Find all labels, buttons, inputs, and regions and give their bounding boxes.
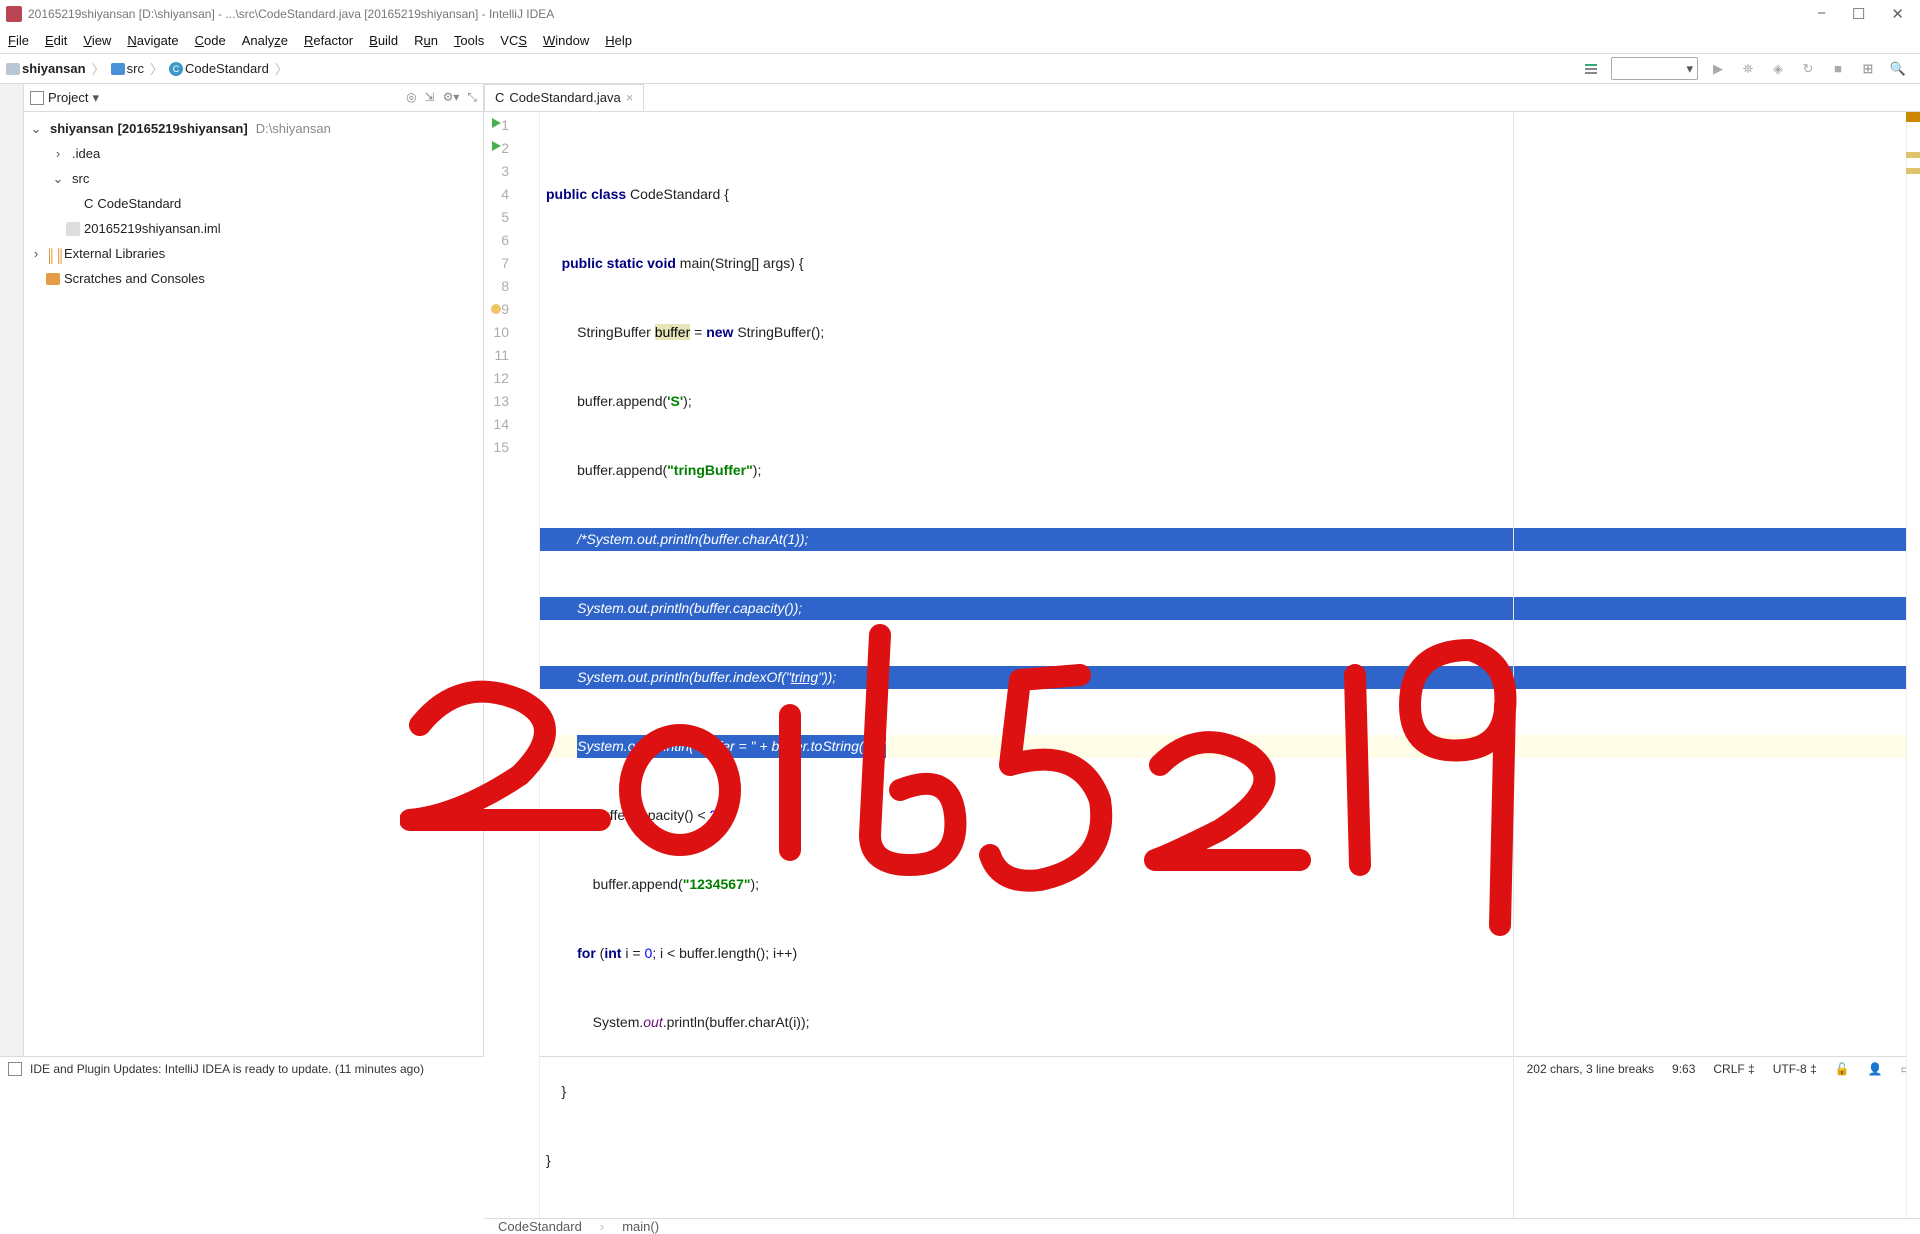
file-icon <box>66 222 80 236</box>
crumb-root[interactable]: shiyansan <box>6 61 86 76</box>
class-icon: C <box>84 196 93 211</box>
project-tree[interactable]: ⌄ shiyansan [20165219shiyansan]D:\shiyan… <box>24 112 483 1056</box>
error-stripe[interactable] <box>1906 112 1920 1218</box>
project-panel-header: Project ▾ ◎ ⇲ ⚙▾ ⤡ <box>24 84 483 112</box>
menu-tools[interactable]: Tools <box>454 33 484 48</box>
tree-idea[interactable]: › .idea <box>24 141 483 166</box>
menu-view[interactable]: View <box>83 33 111 48</box>
structure-breadcrumb: CodeStandard › main() <box>484 1218 1920 1234</box>
gutter[interactable]: 1 2 3 4 5 6 7 8 9 10 11 12 13 14 15 <box>484 112 540 1218</box>
crumb-method[interactable]: main() <box>622 1219 659 1234</box>
chevron-icon: 〉 <box>148 59 165 78</box>
stop-button[interactable]: ■ <box>1828 59 1848 79</box>
gear-icon[interactable]: ⚙▾ <box>443 90 460 105</box>
code-editor[interactable]: 1 2 3 4 5 6 7 8 9 10 11 12 13 14 15 publ… <box>484 112 1920 1218</box>
chevron-icon: 〉 <box>90 59 107 78</box>
menu-vcs[interactable]: VCS <box>500 33 527 48</box>
editor-tabs: C CodeStandard.java × <box>484 84 1920 112</box>
code-text[interactable]: public class CodeStandard { public stati… <box>540 112 1906 1218</box>
run-config-dropdown[interactable] <box>1612 58 1682 79</box>
tree-src[interactable]: ⌄ src <box>24 166 483 191</box>
project-title[interactable]: Project <box>48 90 88 105</box>
search-button[interactable]: 🔍 <box>1888 59 1908 79</box>
close-button[interactable]: ✕ <box>1891 5 1904 23</box>
structure-button[interactable]: ⊞ <box>1858 59 1878 79</box>
coverage-button[interactable]: ◈ <box>1768 59 1788 79</box>
run-button[interactable]: ▶ <box>1708 59 1728 79</box>
status-message[interactable]: IDE and Plugin Updates: IntelliJ IDEA is… <box>30 1062 424 1076</box>
collapse-icon[interactable]: ⇲ <box>425 90 435 105</box>
scratches-icon <box>46 273 60 285</box>
tree-root[interactable]: ⌄ shiyansan [20165219shiyansan]D:\shiyan… <box>24 116 483 141</box>
profile-button[interactable]: ↻ <box>1798 59 1818 79</box>
tree-class[interactable]: C CodeStandard <box>24 191 483 216</box>
chevron-down-icon[interactable]: ▾ <box>92 90 99 106</box>
close-tab-icon[interactable]: × <box>626 90 634 105</box>
titlebar: 20165219shiyansan [D:\shiyansan] - ...\s… <box>0 0 1920 28</box>
menubar: FFileile Edit View Navigate Code Analyze… <box>0 28 1920 54</box>
menu-edit[interactable]: Edit <box>45 33 67 48</box>
warning-gutter-icon[interactable] <box>491 304 501 314</box>
menu-help[interactable]: Help <box>605 33 632 48</box>
warning-marker[interactable] <box>1906 152 1920 158</box>
tab-codestandard[interactable]: C CodeStandard.java × <box>484 84 644 111</box>
run-gutter-icon[interactable] <box>492 141 501 151</box>
minimize-button[interactable]: − <box>1817 5 1826 23</box>
lines-icon[interactable] <box>1581 59 1601 79</box>
class-icon: C <box>169 62 183 76</box>
menu-analyze[interactable]: Analyze <box>242 33 288 48</box>
hide-icon[interactable]: ⤡ <box>467 90 477 105</box>
crumb-class[interactable]: CodeStandard <box>498 1219 582 1234</box>
run-gutter-icon[interactable] <box>492 118 501 128</box>
chevron-down-icon[interactable]: ▾ <box>1682 61 1697 77</box>
window-title: 20165219shiyansan [D:\shiyansan] - ...\s… <box>28 7 554 21</box>
nav-breadcrumb-bar: shiyansan 〉 src 〉 C CodeStandard 〉 ▾ ▶ ⛯… <box>0 54 1920 84</box>
folder-icon <box>6 63 20 75</box>
crumb-class[interactable]: C CodeStandard <box>169 61 269 76</box>
menu-run[interactable]: Run <box>414 33 438 48</box>
debug-button[interactable]: ⛯ <box>1738 59 1758 79</box>
menu-window[interactable]: Window <box>543 33 589 48</box>
folder-icon <box>111 63 125 75</box>
class-icon: C <box>495 90 504 105</box>
tree-iml[interactable]: 20165219shiyansan.iml <box>24 216 483 241</box>
chevron-icon: › <box>598 1219 606 1234</box>
menu-code[interactable]: Code <box>195 33 226 48</box>
maximize-button[interactable]: ☐ <box>1852 5 1865 23</box>
target-icon[interactable]: ◎ <box>406 90 416 105</box>
menu-navigate[interactable]: Navigate <box>127 33 178 48</box>
app-icon <box>6 6 22 22</box>
chevron-icon: 〉 <box>273 59 290 78</box>
notification-icon[interactable] <box>8 1062 22 1076</box>
margin-line <box>1513 112 1514 1218</box>
tree-scratches[interactable]: › Scratches and Consoles <box>24 266 483 291</box>
left-toolstrip[interactable] <box>0 84 24 1056</box>
tree-ext-lib[interactable]: ›║║ External Libraries <box>24 241 483 266</box>
crumb-src[interactable]: src <box>111 61 144 76</box>
inspection-marker[interactable] <box>1906 112 1920 122</box>
project-icon <box>30 91 44 105</box>
menu-file[interactable]: FFileile <box>8 33 29 48</box>
menu-refactor[interactable]: Refactor <box>304 33 353 48</box>
menu-build[interactable]: Build <box>369 33 398 48</box>
warning-marker[interactable] <box>1906 168 1920 174</box>
tab-label: CodeStandard.java <box>509 90 620 105</box>
library-icon: ║║ <box>46 248 60 260</box>
